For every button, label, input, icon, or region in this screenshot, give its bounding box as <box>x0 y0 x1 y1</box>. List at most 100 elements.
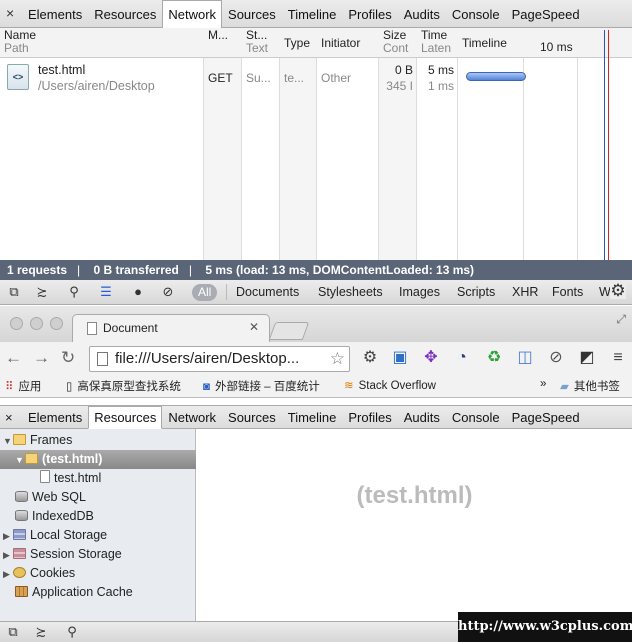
tree-session-storage-label: Session Storage <box>30 547 122 561</box>
tab-console[interactable]: Console <box>446 0 506 28</box>
collapsed-triangle-icon[interactable]: ▶ <box>3 565 13 584</box>
window-extension-icon[interactable]: ◫ <box>515 348 535 368</box>
collapsed-triangle-icon[interactable]: ▶ <box>3 527 13 546</box>
settings-gear-icon[interactable]: ⚙ <box>610 282 626 299</box>
header-type-label: Type <box>284 36 311 50</box>
timeline-tick: 10 ms <box>536 40 586 56</box>
console-drawer-icon[interactable]: ≿ <box>33 624 49 640</box>
tab-pagespeed[interactable]: PageSpeed <box>506 406 586 429</box>
address-bar[interactable]: file:///Users/airen/Desktop... ☆ <box>89 346 350 372</box>
close-devtools-icon[interactable]: × <box>6 5 14 21</box>
tab-elements[interactable]: Elements <box>22 0 88 28</box>
tab-console[interactable]: Console <box>446 406 506 429</box>
tab-sources[interactable]: Sources <box>222 0 282 28</box>
filter-images[interactable]: Images <box>399 280 440 305</box>
bookmarks-overflow[interactable]: » <box>540 378 546 390</box>
reload-icon[interactable]: ↻ <box>61 348 75 368</box>
window-close-button[interactable] <box>10 317 23 330</box>
bookmark-baidu[interactable]: ◙ 外部链接 – 百度统计 <box>203 378 320 394</box>
tree-local-storage[interactable]: ▶ Local Storage <box>0 526 196 545</box>
settings-gear-icon[interactable]: ⚙ <box>360 348 380 368</box>
gradient-extension-icon[interactable]: ◩ <box>577 348 597 368</box>
filter-scripts[interactable]: Scripts <box>457 280 495 305</box>
search-icon[interactable]: ⚲ <box>66 284 82 300</box>
tab-timeline[interactable]: Timeline <box>282 0 343 28</box>
color-picker-extension-icon[interactable]: ✥ <box>421 348 441 368</box>
table-row[interactable]: <> test.html /Users/airen/Desktop GET Su… <box>0 58 632 98</box>
forward-icon[interactable]: → <box>33 348 50 368</box>
search-icon[interactable]: ⚲ <box>64 624 80 640</box>
app-cache-icon <box>15 586 28 597</box>
tree-app-cache-label: Application Cache <box>32 585 133 599</box>
tab-profiles[interactable]: Profiles <box>342 0 397 28</box>
window-zoom-button[interactable] <box>50 317 63 330</box>
tab-resources[interactable]: Resources <box>88 0 162 28</box>
browser-toolbar: ← → ↻ file:///Users/airen/Desktop... ☆ ⚙… <box>0 342 632 374</box>
filter-xhr[interactable]: XHR <box>512 280 538 305</box>
list-view-icon[interactable]: ☰ <box>98 284 114 300</box>
tab-pagespeed[interactable]: PageSpeed <box>506 0 586 28</box>
tab-elements[interactable]: Elements <box>22 406 88 429</box>
tab-audits[interactable]: Audits <box>398 406 446 429</box>
tree-cookies[interactable]: ▶ Cookies <box>0 564 196 583</box>
tree-indexeddb[interactable]: IndexedDB <box>0 507 196 526</box>
stackoverflow-icon: ≋ <box>344 380 354 392</box>
frame-placeholder-title: (test.html) <box>356 482 473 509</box>
bookmark-apps[interactable]: ⠿ 应用 <box>5 378 41 394</box>
back-icon[interactable]: ← <box>5 348 22 368</box>
bookmark-baidu-label: 外部链接 – 百度统计 <box>214 381 320 393</box>
screenshot-extension-icon[interactable]: ▣ <box>390 348 410 368</box>
tab-profiles[interactable]: Profiles <box>342 406 397 429</box>
window-minimize-button[interactable] <box>30 317 43 330</box>
green-extension-icon[interactable]: ♻ <box>484 348 504 368</box>
tab-audits[interactable]: Audits <box>398 0 446 28</box>
header-method[interactable]: M... <box>204 28 242 58</box>
collapsed-triangle-icon[interactable]: ▶ <box>3 546 13 565</box>
speed-extension-icon[interactable]: ◔ <box>452 348 472 368</box>
filter-stylesheets[interactable]: Stylesheets <box>318 280 383 305</box>
tree-websql[interactable]: Web SQL <box>0 488 196 507</box>
filter-documents[interactable]: Documents <box>236 280 299 305</box>
expanded-triangle-icon[interactable]: ▼ <box>3 432 13 451</box>
tab-sources[interactable]: Sources <box>222 406 282 429</box>
clear-icon[interactable]: ⊘ <box>160 284 176 300</box>
filter-all[interactable]: All <box>192 284 218 301</box>
bookmark-star-icon[interactable]: ☆ <box>330 349 345 369</box>
tab-timeline[interactable]: Timeline <box>282 406 343 429</box>
other-bookmarks[interactable]: ▰ 其他书签 <box>560 378 620 394</box>
header-status[interactable]: St... Text <box>242 28 280 58</box>
bookmark-stackoverflow[interactable]: ≋ Stack Overflow <box>344 378 436 392</box>
tab-network[interactable]: Network <box>162 406 222 429</box>
timeline-bar[interactable] <box>466 72 526 81</box>
header-type[interactable]: Type <box>280 28 317 58</box>
close-tab-icon[interactable]: ✕ <box>249 320 259 334</box>
header-name[interactable]: Name Path <box>0 28 204 58</box>
tab-resources[interactable]: Resources <box>88 406 163 429</box>
dock-icon[interactable]: ⧉ <box>6 284 22 300</box>
expanded-triangle-icon[interactable]: ▼ <box>15 451 25 470</box>
header-latency-label: Laten <box>421 41 452 55</box>
compass-extension-icon[interactable]: ⊘ <box>546 348 566 368</box>
tree-frames[interactable]: ▼ Frames <box>0 431 196 450</box>
tab-network[interactable]: Network <box>162 0 223 29</box>
header-time[interactable]: Time Laten <box>417 28 458 58</box>
database-icon <box>15 491 28 502</box>
browser-tab[interactable]: Document ✕ <box>72 314 270 342</box>
close-devtools-icon[interactable]: × <box>5 410 13 425</box>
tree-session-storage[interactable]: ▶ Session Storage <box>0 545 196 564</box>
bookmark-prototype[interactable]: ▯ 高保真原型查找系统 <box>66 378 181 394</box>
header-size[interactable]: Size Cont <box>379 28 417 58</box>
tree-frame-selected[interactable]: ▼ (test.html) <box>0 450 196 469</box>
fullscreen-icon[interactable]: ⤢ <box>616 312 626 327</box>
tree-app-cache[interactable]: Application Cache <box>0 583 196 602</box>
filter-fonts[interactable]: Fonts <box>552 280 583 305</box>
new-tab-button[interactable] <box>268 322 310 340</box>
dock-icon[interactable]: ⧉ <box>5 624 21 640</box>
header-initiator[interactable]: Initiator <box>317 28 379 58</box>
tree-frame-file[interactable]: test.html <box>0 469 196 488</box>
console-drawer-icon[interactable]: ≿ <box>34 284 50 300</box>
header-timeline[interactable]: Timeline <box>458 28 524 58</box>
watermark: http://www.w3cplus.com <box>458 612 632 642</box>
record-icon[interactable]: ● <box>130 284 146 300</box>
menu-icon[interactable]: ≡ <box>608 348 628 368</box>
